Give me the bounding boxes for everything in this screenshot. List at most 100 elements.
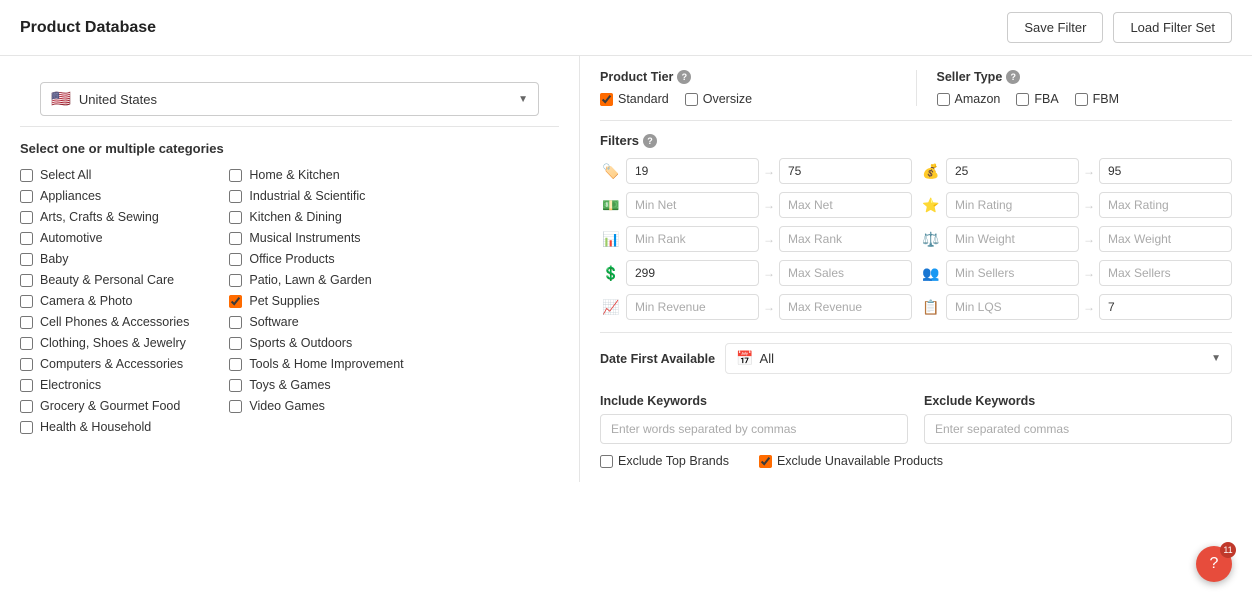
filters-info-icon[interactable]: ? bbox=[643, 134, 657, 148]
exclude-keywords-input[interactable] bbox=[924, 414, 1232, 444]
divider bbox=[916, 70, 917, 106]
category-item[interactable]: Musical Instruments bbox=[229, 231, 403, 245]
calendar-icon: 📅 bbox=[736, 350, 753, 367]
page-title: Product Database bbox=[20, 19, 156, 37]
category-item[interactable]: Video Games bbox=[229, 399, 403, 413]
filter-max-rank[interactable] bbox=[779, 226, 912, 252]
seller-fba[interactable]: FBA bbox=[1016, 92, 1058, 106]
category-item[interactable]: Health & Household bbox=[20, 420, 189, 434]
filter-min-price-tag[interactable] bbox=[626, 158, 759, 184]
category-item[interactable]: Clothing, Shoes & Jewelry bbox=[20, 336, 189, 350]
category-item[interactable]: Select All bbox=[20, 168, 189, 182]
country-bar: 🇺🇸 United States ▼ bbox=[20, 72, 559, 127]
price-tag-icon: 🏷️ bbox=[600, 160, 622, 182]
tier-oversize[interactable]: Oversize bbox=[685, 92, 752, 106]
filter-max-sellers[interactable] bbox=[1099, 260, 1232, 286]
product-tier-options: Standard Oversize bbox=[600, 92, 896, 106]
category-item[interactable]: Sports & Outdoors bbox=[229, 336, 403, 350]
filters-section: Filters ? 🏷️→💰→💵→⭐→📊→⚖️→💲→👥→📈→📋→ bbox=[600, 120, 1232, 320]
filter-max-revenue[interactable] bbox=[779, 294, 912, 320]
category-item[interactable]: Computers & Accessories bbox=[20, 357, 189, 371]
arrow-right-icon: → bbox=[763, 266, 775, 280]
load-filter-button[interactable]: Load Filter Set bbox=[1113, 12, 1232, 43]
filter-row: 💵 → ⭐→ bbox=[600, 192, 1232, 218]
date-value: All bbox=[760, 351, 774, 366]
date-section: Date First Available 📅 All ▼ bbox=[600, 332, 1232, 384]
country-selector[interactable]: 🇺🇸 United States ▼ bbox=[40, 82, 539, 116]
filter-min-dollar[interactable] bbox=[626, 192, 759, 218]
arrow-right-icon: → bbox=[1083, 232, 1095, 246]
exclude-unavailable-products[interactable]: Exclude Unavailable Products bbox=[759, 454, 943, 468]
filter-right-pair: ⭐→ bbox=[920, 192, 1232, 218]
category-item[interactable]: Pet Supplies bbox=[229, 294, 403, 308]
date-select-wrapper[interactable]: 📅 All ▼ bbox=[725, 343, 1232, 374]
category-item[interactable]: Office Products bbox=[229, 252, 403, 266]
arrow-right-icon: → bbox=[763, 232, 775, 246]
category-item[interactable]: Industrial & Scientific bbox=[229, 189, 403, 203]
filter-row: 🏷️→ 💰 → bbox=[600, 158, 1232, 184]
include-keywords-label: Include Keywords bbox=[600, 394, 908, 408]
filter-left-pair: 🏷️→ bbox=[600, 158, 912, 184]
category-item[interactable]: Automotive bbox=[20, 231, 189, 245]
filter-min-sales[interactable] bbox=[626, 260, 759, 286]
product-tier-info-icon[interactable]: ? bbox=[677, 70, 691, 84]
dollar-icon: 💵 bbox=[600, 194, 622, 216]
filter-min-sellers[interactable] bbox=[946, 260, 1079, 286]
tier-standard[interactable]: Standard bbox=[600, 92, 669, 106]
filter-min-weight[interactable] bbox=[946, 226, 1079, 252]
seller-type-title: Seller Type ? bbox=[937, 70, 1233, 84]
seller-type-info-icon[interactable]: ? bbox=[1006, 70, 1020, 84]
arrow-right-icon: → bbox=[1083, 164, 1095, 178]
seller-amazon[interactable]: Amazon bbox=[937, 92, 1001, 106]
filter-max-star[interactable] bbox=[1099, 192, 1232, 218]
date-chevron-icon: ▼ bbox=[1211, 353, 1221, 364]
category-item[interactable]: Toys & Games bbox=[229, 378, 403, 392]
category-item[interactable]: Grocery & Gourmet Food bbox=[20, 399, 189, 413]
category-item[interactable]: Software bbox=[229, 315, 403, 329]
filter-left-pair: 💲→ bbox=[600, 260, 912, 286]
filter-max-weight[interactable] bbox=[1099, 226, 1232, 252]
category-item[interactable]: Kitchen & Dining bbox=[229, 210, 403, 224]
category-item[interactable]: Patio, Lawn & Garden bbox=[229, 273, 403, 287]
seller-fbm[interactable]: FBM bbox=[1075, 92, 1119, 106]
category-item[interactable]: Cell Phones & Accessories bbox=[20, 315, 189, 329]
save-filter-button[interactable]: Save Filter bbox=[1007, 12, 1103, 43]
filter-max-sales[interactable] bbox=[779, 260, 912, 286]
chevron-down-icon: ▼ bbox=[518, 94, 528, 105]
page-header: Product Database Save Filter Load Filter… bbox=[0, 0, 1252, 56]
top-filters: Product Tier ? Standard Oversize bbox=[600, 70, 1232, 106]
category-item[interactable]: Arts, Crafts & Sewing bbox=[20, 210, 189, 224]
category-item[interactable]: Beauty & Personal Care bbox=[20, 273, 189, 287]
category-item[interactable]: Home & Kitchen bbox=[229, 168, 403, 182]
filter-min-rank[interactable] bbox=[626, 226, 759, 252]
category-item[interactable]: Appliances bbox=[20, 189, 189, 203]
arrow-right-icon: → bbox=[1083, 300, 1095, 314]
filter-max-price-tag-2[interactable] bbox=[1099, 158, 1232, 184]
product-tier-title: Product Tier ? bbox=[600, 70, 896, 84]
filter-min-star[interactable] bbox=[946, 192, 1079, 218]
include-keywords-input[interactable] bbox=[600, 414, 908, 444]
categories-section: Select one or multiple categories Select… bbox=[20, 127, 559, 434]
arrow-right-icon: → bbox=[1083, 266, 1095, 280]
filter-left-pair: 📈→ bbox=[600, 294, 912, 320]
category-item[interactable]: Baby bbox=[20, 252, 189, 266]
exclude-top-brands[interactable]: Exclude Top Brands bbox=[600, 454, 729, 468]
filter-min-lqs[interactable] bbox=[946, 294, 1079, 320]
help-badge[interactable]: ? 11 bbox=[1196, 546, 1232, 582]
filter-max-price-tag[interactable] bbox=[779, 158, 912, 184]
price-tag-2-icon: 💰 bbox=[920, 160, 942, 182]
header-actions: Save Filter Load Filter Set bbox=[1007, 12, 1232, 43]
help-badge-count: 11 bbox=[1220, 542, 1236, 558]
category-item[interactable]: Camera & Photo bbox=[20, 294, 189, 308]
category-item[interactable]: Tools & Home Improvement bbox=[229, 357, 403, 371]
categories-title: Select one or multiple categories bbox=[20, 141, 559, 156]
category-item[interactable]: Electronics bbox=[20, 378, 189, 392]
filter-max-lqs[interactable] bbox=[1099, 294, 1232, 320]
include-keywords-group: Include Keywords bbox=[600, 394, 908, 444]
product-tier-group: Product Tier ? Standard Oversize bbox=[600, 70, 896, 106]
arrow-right-icon: → bbox=[763, 198, 775, 212]
filter-min-revenue[interactable] bbox=[626, 294, 759, 320]
filter-min-price-tag-2[interactable] bbox=[946, 158, 1079, 184]
filter-max-dollar[interactable] bbox=[779, 192, 912, 218]
lqs-icon: 📋 bbox=[920, 296, 942, 318]
